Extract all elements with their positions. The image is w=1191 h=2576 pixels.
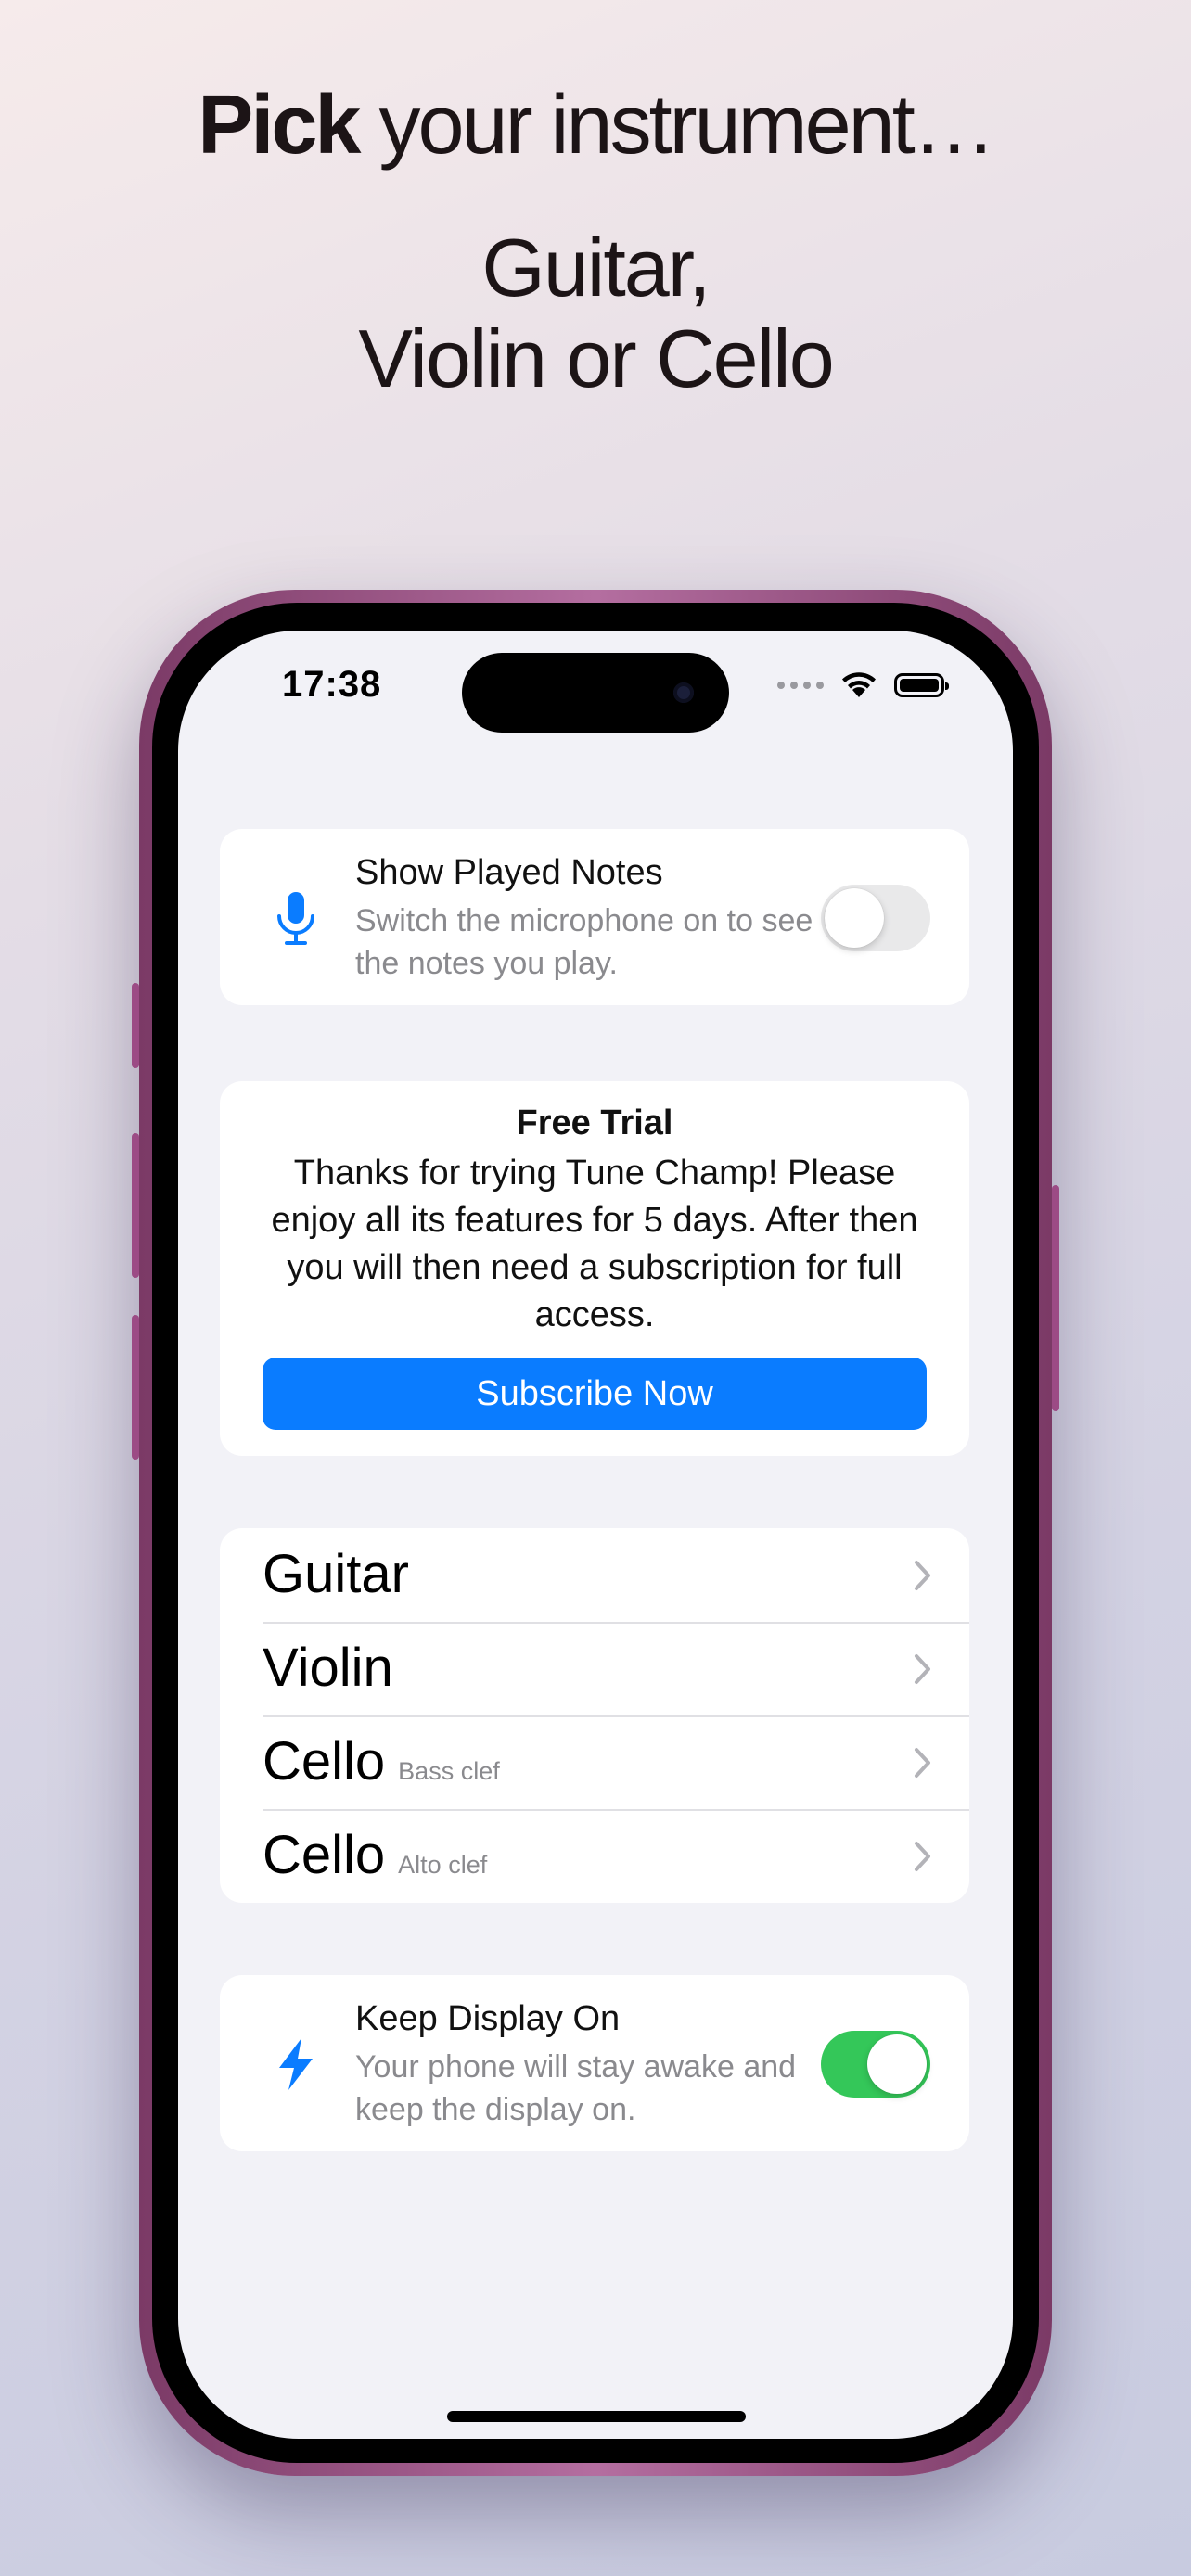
keep-display-on-title: Keep Display On <box>355 1999 621 2038</box>
headline: Pick your instrument… <box>0 74 1191 176</box>
headline-rest: your instrument… <box>358 79 995 172</box>
free-trial-card: Free Trial Thanks for trying Tune Champ!… <box>220 1081 969 1456</box>
status-icons <box>777 671 949 699</box>
dynamic-island <box>462 653 729 733</box>
keep-display-on-subtitle: Your phone will stay awake and keep the … <box>355 2049 797 2127</box>
front-camera-icon <box>673 682 694 703</box>
wifi-icon <box>842 672 876 697</box>
volume-down-button <box>132 1315 139 1460</box>
home-indicator[interactable] <box>447 2411 746 2422</box>
instrument-list: Guitar Violin Cello Bass clef Cello Alto c… <box>220 1528 969 1903</box>
chevron-right-icon <box>915 1842 930 1871</box>
toggle-knob <box>867 2034 927 2094</box>
free-trial-title: Free Trial <box>516 1103 673 1142</box>
subhead-line-2: Violin or Cello <box>358 312 834 404</box>
microphone-icon <box>277 892 314 945</box>
instrument-row-cello-alto[interactable]: Cello Alto clef <box>220 1809 969 1903</box>
show-played-notes-subtitle: Switch the microphone on to see the note… <box>355 903 813 981</box>
show-played-notes-title: Show Played Notes <box>355 853 663 892</box>
cellular-signal-icon <box>777 682 824 689</box>
battery-icon <box>894 673 949 697</box>
lightning-bolt-icon <box>279 2038 313 2090</box>
chevron-right-icon <box>915 1748 930 1778</box>
chevron-right-icon <box>915 1654 930 1684</box>
free-trial-body: Thanks for trying Tune Champ! Please enj… <box>271 1154 918 1334</box>
instrument-name: Violin <box>263 1638 393 1698</box>
instrument-row-guitar[interactable]: Guitar <box>220 1528 969 1622</box>
chevron-right-icon <box>915 1561 930 1590</box>
action-button <box>132 983 139 1068</box>
instrument-clef: Alto clef <box>398 1851 488 1879</box>
instrument-name: Guitar <box>263 1544 409 1604</box>
keep-display-on-card: Keep Display On Your phone will stay awa… <box>220 1975 969 2151</box>
show-played-notes-card: Show Played Notes Switch the microphone … <box>220 829 969 1005</box>
subhead: Guitar, Violin or Cello <box>0 223 1191 404</box>
instrument-row-cello-bass[interactable]: Cello Bass clef <box>220 1715 969 1809</box>
subhead-line-1: Guitar, <box>481 222 711 313</box>
instrument-row-violin[interactable]: Violin <box>220 1622 969 1715</box>
show-played-notes-toggle[interactable] <box>821 885 930 951</box>
headline-bold: Pick <box>198 79 361 172</box>
status-time: 17:38 <box>282 664 382 705</box>
power-button <box>1052 1185 1059 1411</box>
instrument-name: Cello <box>263 1731 386 1792</box>
volume-up-button <box>132 1133 139 1278</box>
subscribe-now-button[interactable]: Subscribe Now <box>263 1358 927 1430</box>
instrument-clef: Bass clef <box>398 1757 500 1785</box>
instrument-name: Cello <box>263 1825 386 1885</box>
toggle-knob <box>825 888 884 948</box>
phone-screen: 17:38 Show Played Notes Switch the micro… <box>178 631 1013 2439</box>
keep-display-on-toggle[interactable] <box>821 2031 930 2098</box>
